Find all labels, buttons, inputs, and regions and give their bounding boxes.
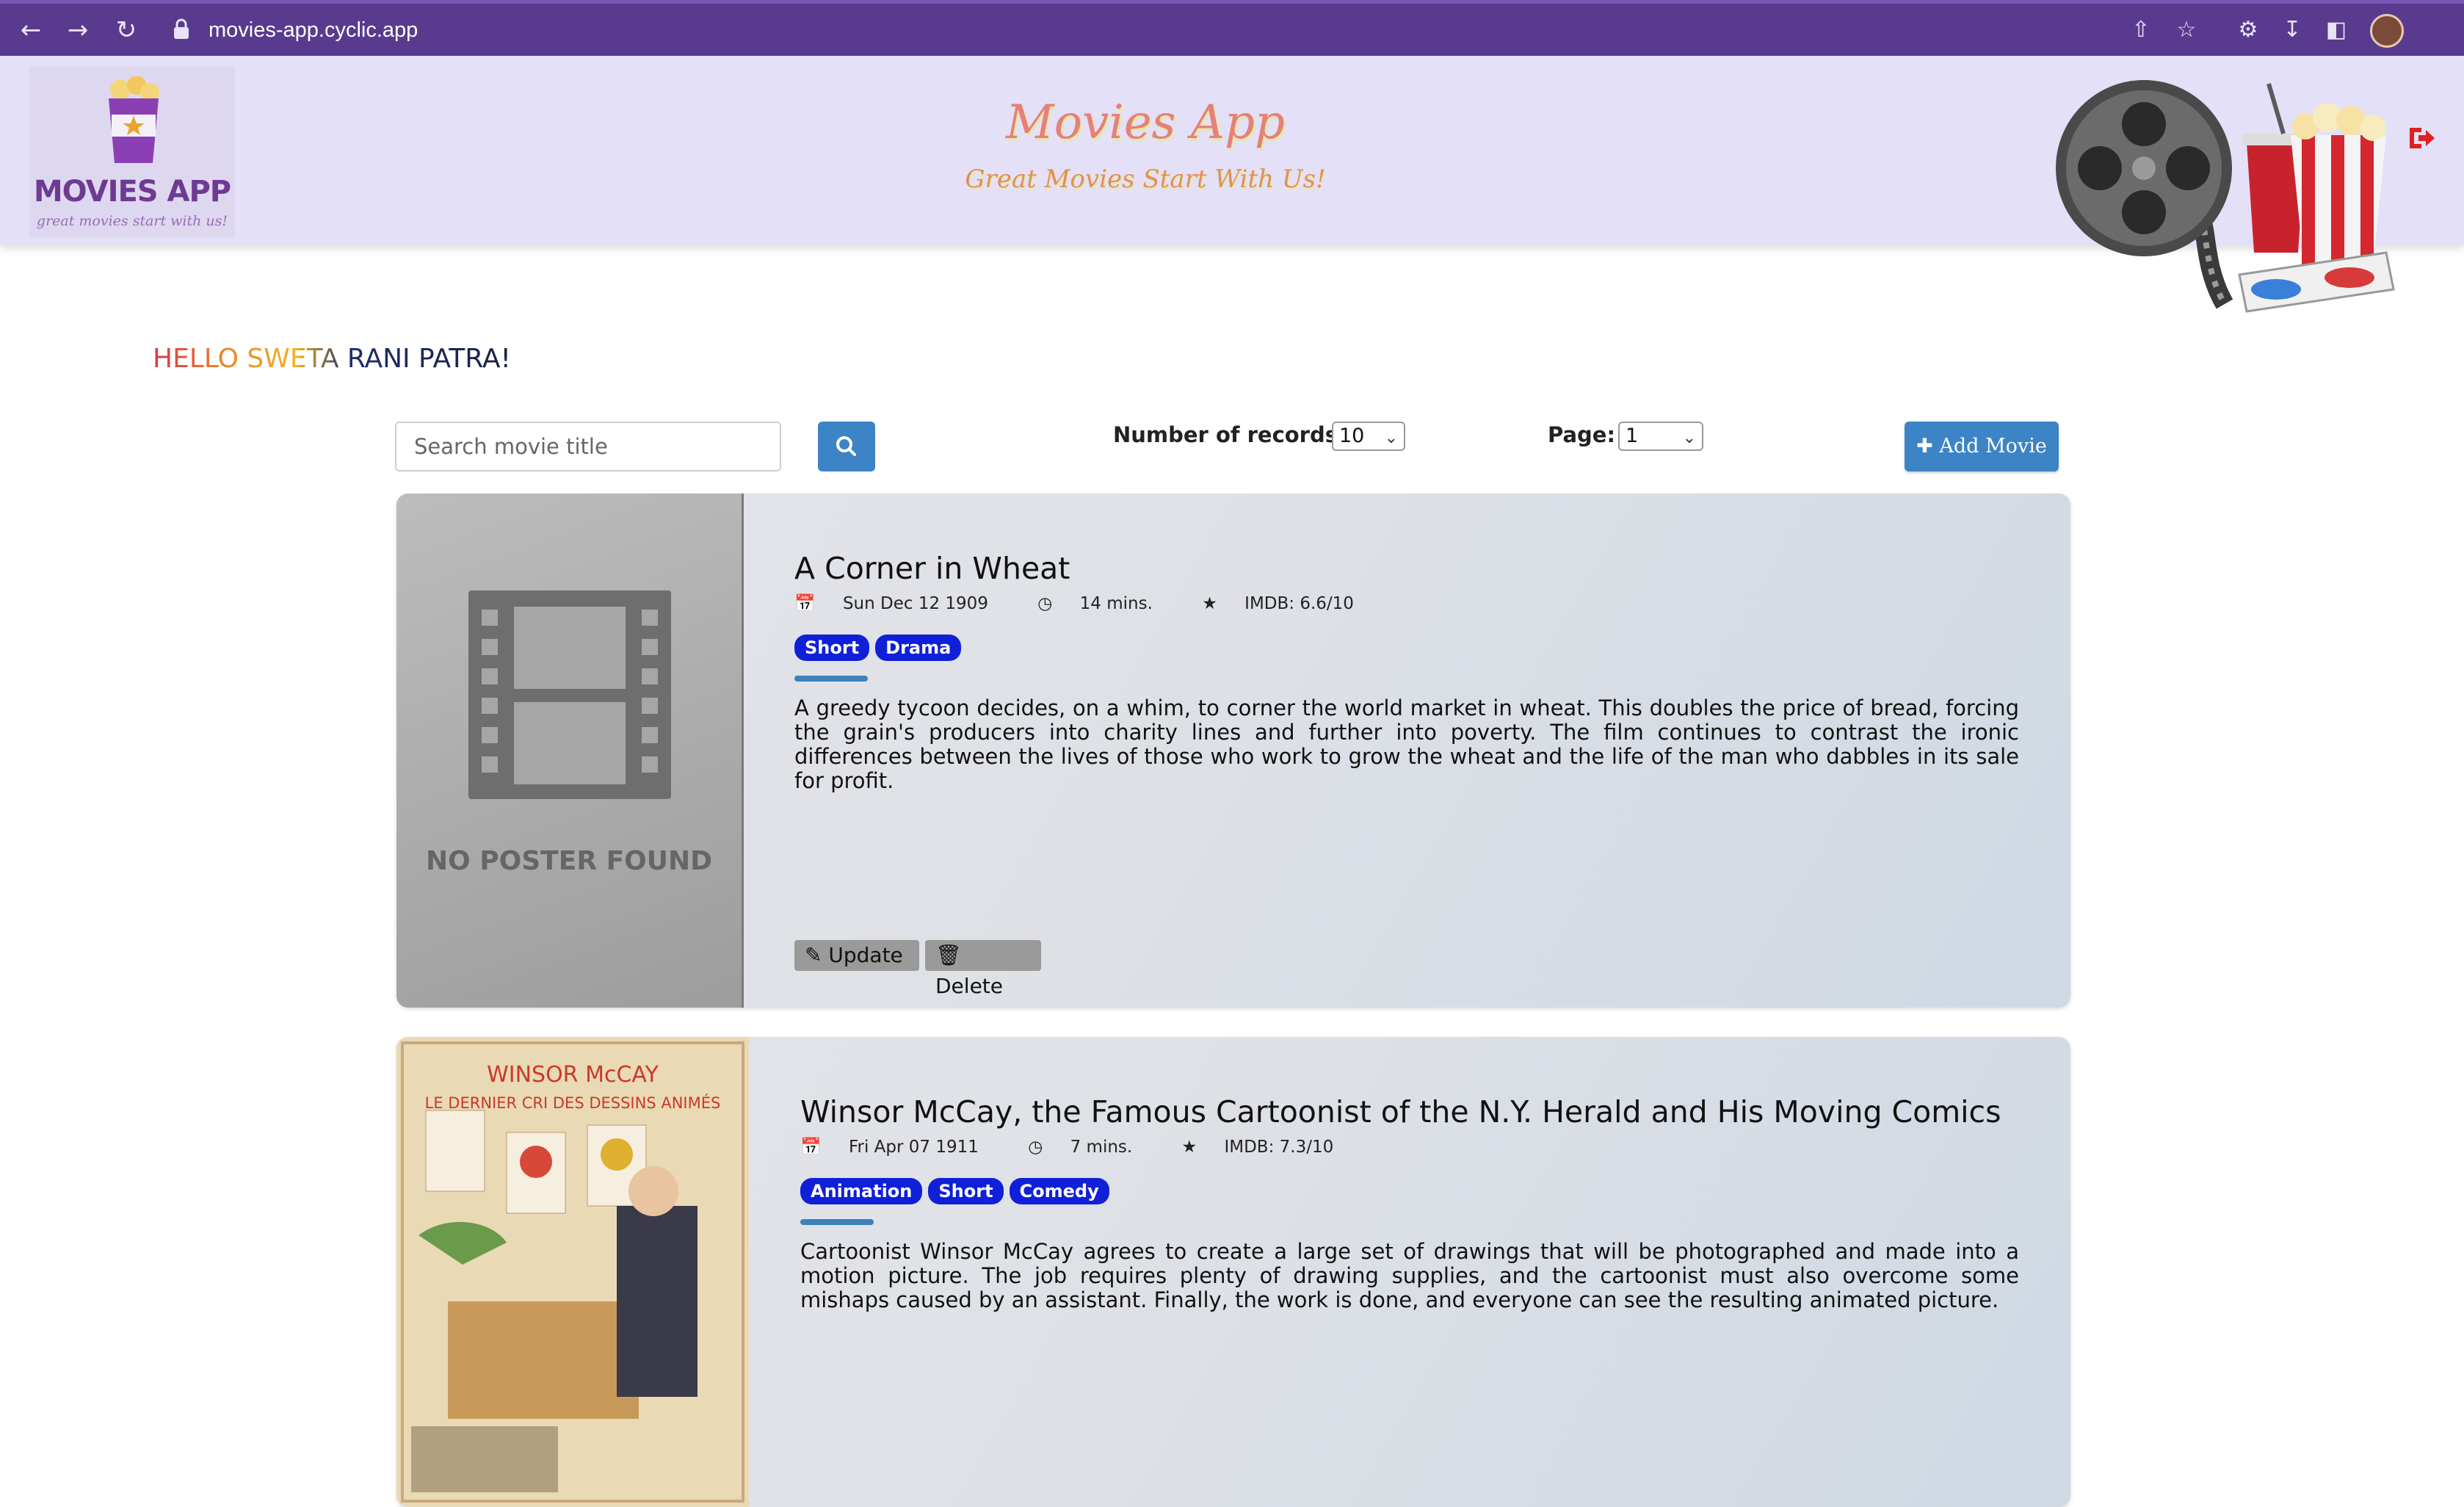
movie-meta: 📅 Fri Apr 07 1911 ◷ 7 mins. ★ IMDB: 7.3/… [800, 1137, 1377, 1157]
site-header: MOVIES APP great movies start with us! M… [0, 56, 2464, 313]
release-date: Sun Dec 12 1909 [842, 594, 988, 613]
chevron-down-icon: ⌄ [1384, 429, 1398, 447]
genre-tag: Animation [800, 1178, 923, 1204]
release-date: Fri Apr 07 1911 [848, 1138, 979, 1157]
plus-icon: ✚ [1916, 435, 1940, 458]
search-input[interactable] [395, 422, 781, 471]
profile-avatar[interactable] [2370, 14, 2404, 48]
search-icon [836, 436, 856, 456]
chevron-down-icon: ⌄ [1682, 429, 1696, 447]
star-icon: ★ [1181, 1138, 1197, 1157]
genre-tag: Comedy [1009, 1178, 1109, 1204]
genre-tag: Drama [875, 635, 962, 661]
poster-text-line2: LE DERNIER CRI DES DESSINS ANIMÉS [424, 1094, 721, 1112]
records-select-value: 10 [1339, 424, 1365, 447]
no-poster-text: NO POSTER FOUND [425, 846, 713, 876]
popcorn-cup-icon [109, 76, 159, 163]
logo-text: MOVIES APP [33, 175, 231, 209]
movie-title: Winsor McCay, the Famous Cartoonist of t… [800, 1094, 2001, 1130]
bookmark-star-icon[interactable]: ☆ [2172, 15, 2201, 45]
genre-tag: Short [794, 635, 870, 661]
calendar-icon: 📅 [800, 1138, 822, 1157]
extension-icon[interactable]: ⚙ [2233, 15, 2263, 45]
forward-icon[interactable]: → [62, 14, 94, 46]
search-button[interactable] [818, 422, 875, 471]
delete-button[interactable]: 🗑 Delete [925, 940, 1041, 998]
clock-icon: ◷ [1037, 594, 1053, 613]
movie-poster-placeholder: NO POSTER FOUND [396, 494, 744, 1008]
movie-card: NO POSTER FOUND A Corner in Wheat 📅 Sun … [396, 494, 2070, 1008]
genre-tags: Short Drama [794, 635, 962, 661]
update-button[interactable]: ✎ Update [794, 940, 919, 971]
site-title: Movies App [1006, 95, 1285, 150]
genre-tag: Short [928, 1178, 1004, 1204]
update-label: Update [828, 943, 903, 967]
address-bar[interactable]: movies-app.cyclic.app [209, 14, 418, 46]
imdb-rating: IMDB: 6.6/10 [1244, 594, 1354, 613]
site-logo[interactable]: MOVIES APP great movies start with us! [29, 66, 235, 238]
movie-meta: 📅 Sun Dec 12 1909 ◷ 14 mins. ★ IMDB: 6.6… [794, 593, 1398, 613]
film-reel-popcorn-art [2056, 80, 2395, 313]
share-icon[interactable]: ⇧ [2126, 15, 2156, 45]
runtime: 14 mins. [1079, 594, 1153, 613]
imdb-rating: IMDB: 7.3/10 [1224, 1138, 1334, 1157]
divider [794, 676, 868, 682]
logo-tagline: great movies start with us! [36, 213, 228, 229]
divider [800, 1219, 874, 1225]
back-icon[interactable]: ← [15, 14, 47, 46]
trash-icon: 🗑 [935, 943, 962, 967]
movie-plot: Cartoonist Winsor McCay agrees to create… [800, 1239, 2019, 1312]
site-subtitle: Great Movies Start With Us! [965, 165, 1326, 194]
runtime: 7 mins. [1070, 1138, 1133, 1157]
movie-poster: WINSOR McCAY LE DERNIER CRI DES DESSINS … [396, 1037, 749, 1507]
page-select-value: 1 [1626, 424, 1639, 447]
poster-text-line1: WINSOR McCAY [487, 1062, 659, 1088]
sidepanel-icon[interactable]: ◧ [2322, 15, 2351, 45]
browser-toolbar: ← → ↻ movies-app.cyclic.app ⇧ ☆ ⚙ ↧ ◧ [0, 0, 2464, 56]
reload-icon[interactable]: ↻ [110, 14, 142, 46]
logout-icon[interactable] [2405, 122, 2438, 154]
records-select[interactable]: 10 ⌄ [1332, 422, 1405, 451]
add-movie-label: Add Movie [1939, 435, 2047, 458]
pencil-icon: ✎ [805, 943, 822, 967]
delete-label: Delete [935, 974, 1003, 998]
add-movie-button[interactable]: ✚ Add Movie [1905, 422, 2059, 471]
star-icon: ★ [1202, 594, 1217, 613]
genre-tags: Animation Short Comedy [800, 1178, 1109, 1204]
calendar-icon: 📅 [794, 594, 816, 613]
download-icon[interactable]: ↧ [2278, 15, 2307, 45]
movie-plot: A greedy tycoon decides, on a whim, to c… [794, 695, 2019, 793]
movie-title: A Corner in Wheat [794, 551, 1070, 586]
lock-icon [174, 18, 189, 39]
page-label: Page: [1548, 422, 1616, 447]
movie-card: WINSOR McCAY LE DERNIER CRI DES DESSINS … [396, 1037, 2070, 1507]
page-select[interactable]: 1 ⌄ [1618, 422, 1703, 451]
clock-icon: ◷ [1028, 1138, 1043, 1157]
film-strip-icon [468, 590, 671, 799]
greeting-text: HELLO SWETA RANI PATRA! [153, 344, 511, 374]
records-label: Number of records: [1113, 422, 1347, 447]
